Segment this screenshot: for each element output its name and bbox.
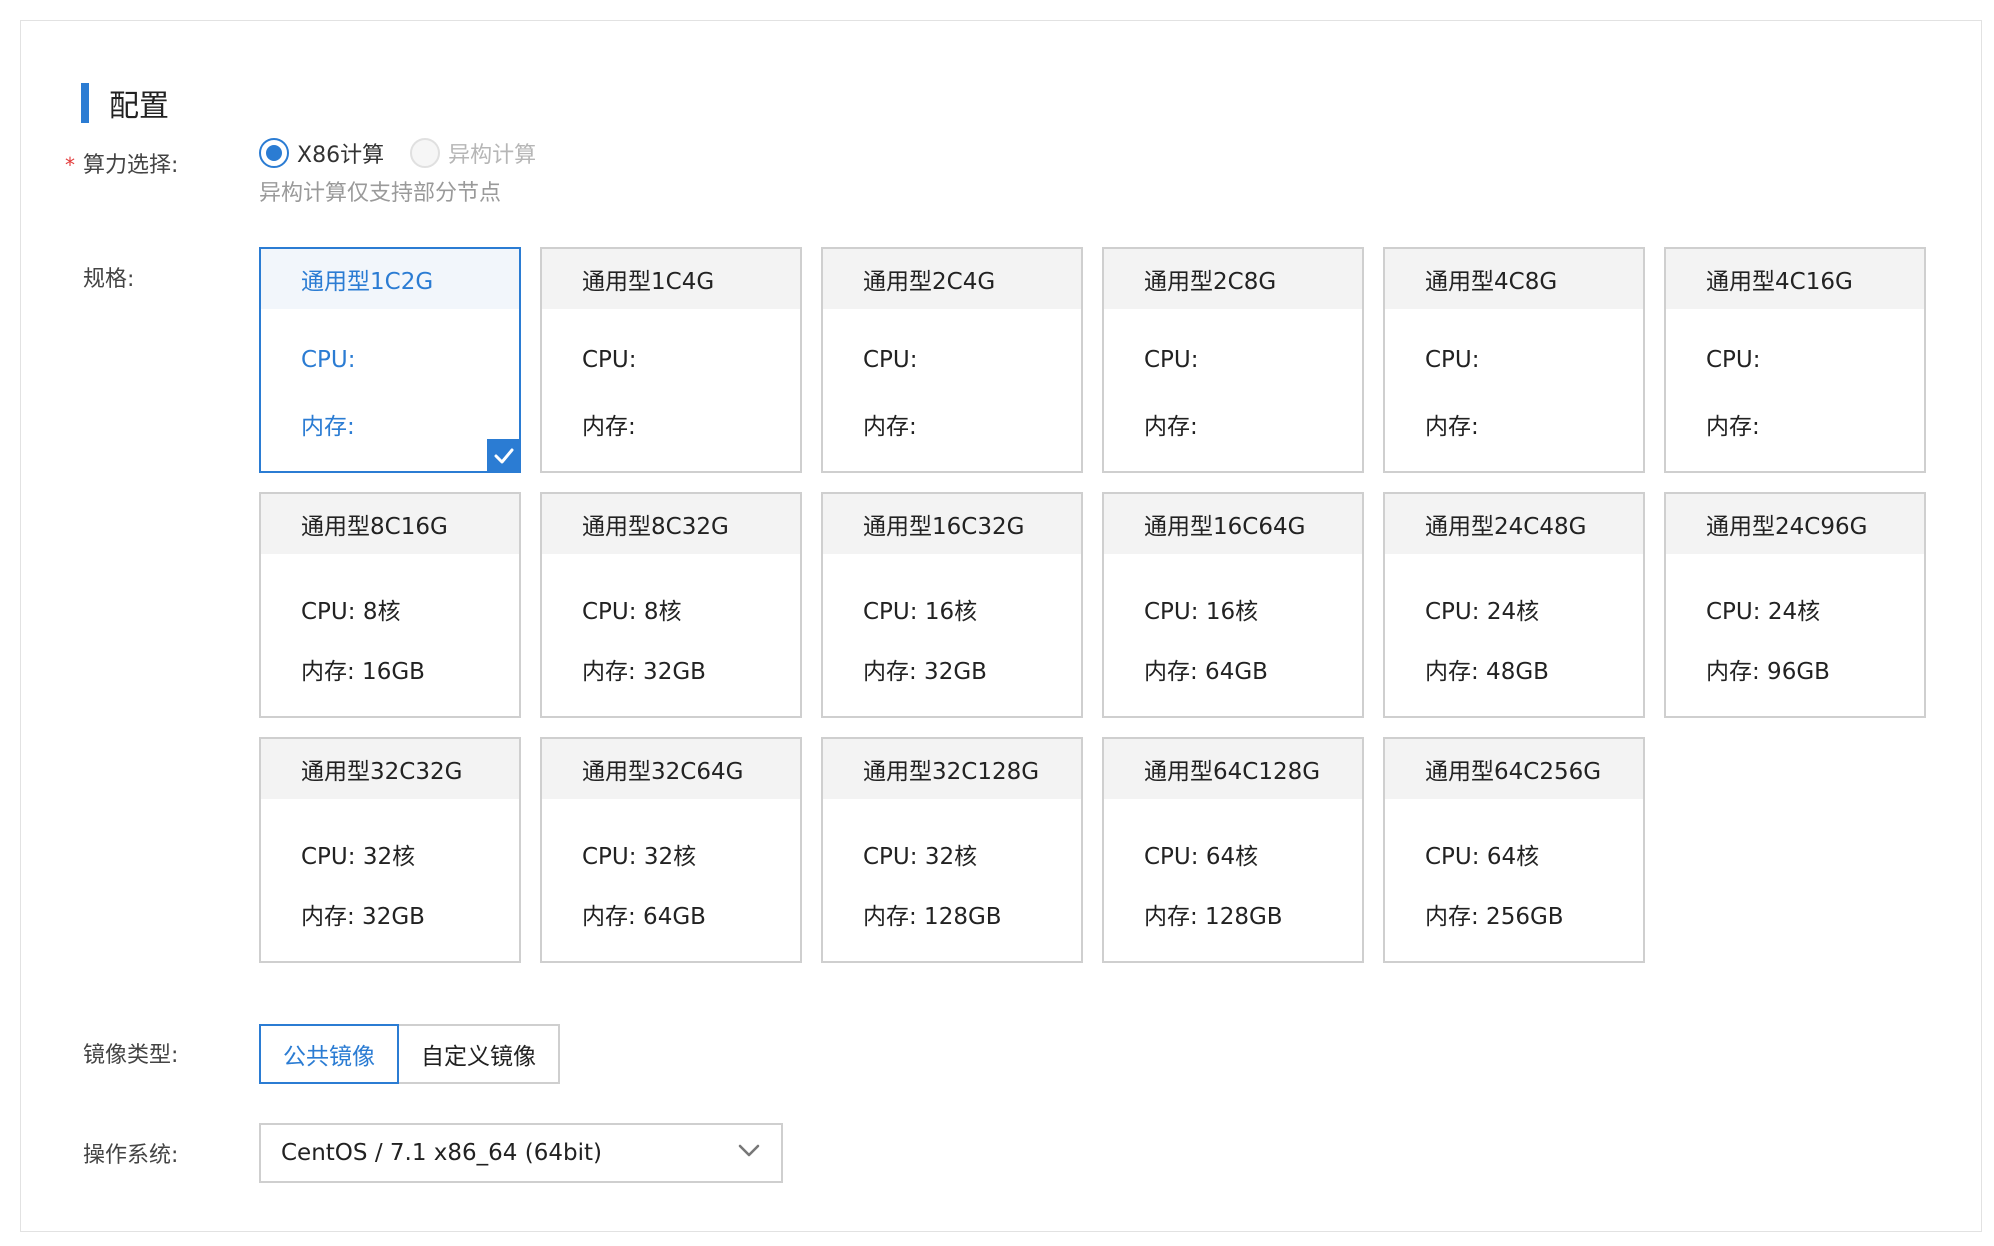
spec-card-title: 通用型32C32G [261,739,519,799]
spec-card[interactable]: 通用型2C8G CPU: 内存: [1102,247,1364,473]
spec-card-memory: 内存: 64GB [582,904,706,930]
spec-card[interactable]: 通用型8C16G CPU: 8核 内存: 16GB [259,492,521,718]
spec-card-memory: 内存: 32GB [582,659,706,685]
spec-card-cpu: CPU: [863,347,918,373]
spec-card-memory: 内存: 128GB [863,904,1002,930]
spec-card[interactable]: 通用型4C8G CPU: 内存: [1383,247,1645,473]
spec-card-cpu: CPU: [582,347,637,373]
section-header: 配置 [81,83,169,124]
spec-card-title: 通用型24C48G [1385,494,1643,554]
spec-card-cpu: CPU: [1144,347,1199,373]
radio-heterogeneous-label: 异构计算 [448,143,537,168]
compute-hint: 异构计算仅支持部分节点 [259,181,502,206]
spec-card[interactable]: 通用型64C256G CPU: 64核 内存: 256GB [1383,737,1645,963]
spec-card-title: 通用型24C96G [1666,494,1924,554]
public-image-button[interactable]: 公共镜像 [259,1024,399,1084]
spec-card-title: 通用型2C8G [1104,249,1362,309]
spec-card-memory: 内存: 64GB [1144,659,1268,685]
spec-card[interactable]: 通用型32C128G CPU: 32核 内存: 128GB [821,737,1083,963]
spec-card-title: 通用型8C16G [261,494,519,554]
spec-card-title: 通用型32C128G [823,739,1081,799]
spec-card-memory: 内存: 48GB [1425,659,1549,685]
spec-card[interactable]: 通用型4C16G CPU: 内存: [1664,247,1926,473]
spec-card-cpu: CPU: 16核 [1144,599,1259,625]
spec-card-cpu: CPU: 64核 [1425,844,1540,870]
spec-label: 规格: [83,267,135,292]
custom-image-button[interactable]: 自定义镜像 [399,1024,560,1084]
spec-card-cpu: CPU: 16核 [863,599,978,625]
spec-card[interactable]: 通用型64C128G CPU: 64核 内存: 128GB [1102,737,1364,963]
radio-x86[interactable]: X86计算 [259,137,384,169]
spec-card[interactable]: 通用型1C4G CPU: 内存: [540,247,802,473]
spec-card-memory: 内存: 128GB [1144,904,1283,930]
spec-card[interactable]: 通用型8C32G CPU: 8核 内存: 32GB [540,492,802,718]
title-accent-bar [81,83,89,123]
spec-card-title: 通用型64C128G [1104,739,1362,799]
spec-card-cpu: CPU: [1706,347,1761,373]
spec-card-memory: 内存: [582,414,636,440]
checkmark-icon [487,439,521,473]
spec-card-title: 通用型4C16G [1666,249,1924,309]
spec-card-memory: 内存: [1425,414,1479,440]
spec-card-memory: 内存: 96GB [1706,659,1830,685]
spec-card[interactable]: 通用型2C4G CPU: 内存: [821,247,1083,473]
spec-card-memory: 内存: [1706,414,1760,440]
spec-card[interactable]: 通用型24C96G CPU: 24核 内存: 96GB [1664,492,1926,718]
spec-card[interactable]: 通用型24C48G CPU: 24核 内存: 48GB [1383,492,1645,718]
spec-card-memory: 内存: 16GB [301,659,425,685]
compute-label: 算力选择: [83,153,179,178]
spec-card-cpu: CPU: 32核 [582,844,697,870]
os-label: 操作系统: [83,1143,179,1168]
os-select[interactable]: CentOS / 7.1 x86_64 (64bit) [259,1123,783,1183]
compute-radio-group: X86计算 异构计算 [259,137,562,169]
spec-card-memory: 内存: [301,414,355,440]
image-type-toggle: 公共镜像 自定义镜像 [259,1024,560,1084]
spec-card-title: 通用型1C4G [542,249,800,309]
radio-checked-icon [259,138,289,168]
spec-card[interactable]: 通用型1C2G CPU: 内存: [259,247,521,473]
spec-card-memory: 内存: [1144,414,1198,440]
section-title: 配置 [109,89,169,124]
spec-card-cpu: CPU: 24核 [1706,599,1821,625]
spec-card[interactable]: 通用型32C32G CPU: 32核 内存: 32GB [259,737,521,963]
spec-card-cpu: CPU: 32核 [301,844,416,870]
spec-card-title: 通用型32C64G [542,739,800,799]
radio-unchecked-icon [410,138,441,168]
spec-card-title: 通用型64C256G [1385,739,1643,799]
spec-card-memory: 内存: [863,414,917,440]
spec-card-cpu: CPU: 32核 [863,844,978,870]
spec-card-title: 通用型4C8G [1385,249,1643,309]
os-select-value: CentOS / 7.1 x86_64 (64bit) [281,1140,602,1166]
spec-card-cpu: CPU: 64核 [1144,844,1259,870]
required-marker: * [65,153,75,177]
spec-card[interactable]: 通用型32C64G CPU: 32核 内存: 64GB [540,737,802,963]
image-type-label: 镜像类型: [83,1043,179,1068]
spec-card-memory: 内存: 32GB [301,904,425,930]
spec-card-title: 通用型8C32G [542,494,800,554]
spec-card[interactable]: 通用型16C64G CPU: 16核 内存: 64GB [1102,492,1364,718]
spec-card-title: 通用型1C2G [261,249,519,309]
radio-heterogeneous[interactable]: 异构计算 [410,137,536,169]
radio-x86-label: X86计算 [297,143,385,168]
spec-card-memory: 内存: 32GB [863,659,987,685]
spec-card-title: 通用型2C4G [823,249,1081,309]
config-panel: 配置 * 算力选择: X86计算 异构计算 异构计算仅支持部分节点 规格: 通用… [20,20,1982,1232]
spec-card[interactable]: 通用型16C32G CPU: 16核 内存: 32GB [821,492,1083,718]
spec-card-title: 通用型16C64G [1104,494,1362,554]
chevron-down-icon [738,1144,760,1157]
spec-card-cpu: CPU: [1425,347,1480,373]
spec-card-cpu: CPU: 24核 [1425,599,1540,625]
spec-card-title: 通用型16C32G [823,494,1081,554]
spec-card-cpu: CPU: 8核 [582,599,682,625]
spec-card-memory: 内存: 256GB [1425,904,1564,930]
spec-card-cpu: CPU: 8核 [301,599,401,625]
spec-card-cpu: CPU: [301,347,356,373]
